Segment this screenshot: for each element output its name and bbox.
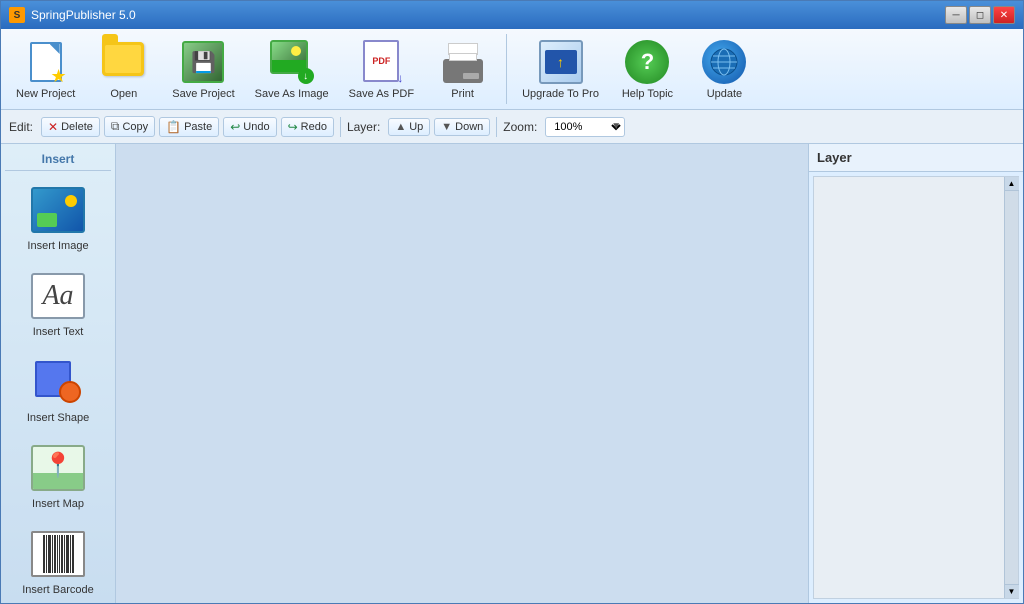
delete-label: Delete xyxy=(61,121,93,133)
scroll-down-button[interactable]: ▼ xyxy=(1005,584,1019,598)
layer-down-button[interactable]: ▼ Down xyxy=(434,118,490,136)
restore-button[interactable]: ◻ xyxy=(969,6,991,24)
insert-map-icon: 📍 xyxy=(26,440,90,496)
globe-svg xyxy=(710,48,738,76)
scroll-up-button[interactable]: ▲ xyxy=(1005,177,1019,191)
undo-button[interactable]: ↩ Undo xyxy=(223,117,276,137)
insert-image-label: Insert Image xyxy=(27,240,88,252)
insert-shape-label: Insert Shape xyxy=(27,412,89,424)
new-project-button[interactable]: ★ New Project xyxy=(7,33,84,105)
print-button[interactable]: Print xyxy=(425,33,500,105)
copy-label: Copy xyxy=(122,121,148,133)
minimize-button[interactable]: ─ xyxy=(945,6,967,24)
open-icon xyxy=(100,38,148,86)
paste-button[interactable]: 📋 Paste xyxy=(159,117,219,137)
up-label: Up xyxy=(409,121,423,133)
save-project-label: Save Project xyxy=(172,88,234,100)
layer-up-button[interactable]: ▲ Up xyxy=(388,118,430,136)
insert-shape-button[interactable]: Insert Shape xyxy=(5,347,111,431)
redo-label: Redo xyxy=(301,121,327,133)
insert-text-label: Insert Text xyxy=(33,326,84,338)
up-icon: ▲ xyxy=(395,121,406,133)
new-project-label: New Project xyxy=(16,88,75,100)
main-window: S SpringPublisher 5.0 ─ ◻ ✕ ★ New Projec… xyxy=(0,0,1024,604)
insert-map-button[interactable]: 📍 Insert Map xyxy=(5,433,111,517)
save-as-image-button[interactable]: ↓ Save As Image xyxy=(246,33,338,105)
edit-sep-2 xyxy=(496,117,497,137)
upgrade-to-pro-button[interactable]: Upgrade To Pro xyxy=(513,33,608,105)
print-icon xyxy=(439,38,487,86)
save-as-image-icon: ↓ xyxy=(268,38,316,86)
upgrade-to-pro-label: Upgrade To Pro xyxy=(522,88,599,100)
save-project-icon: 💾 xyxy=(179,38,227,86)
insert-image-button[interactable]: Insert Image xyxy=(5,175,111,259)
insert-barcode-label: Insert Barcode xyxy=(22,584,94,596)
zoom-label: Zoom: xyxy=(503,120,537,134)
upgrade-icon xyxy=(537,38,585,86)
update-icon xyxy=(700,38,748,86)
paste-icon: 📋 xyxy=(166,120,181,134)
save-as-pdf-icon: PDF ↓ xyxy=(357,38,405,86)
delete-icon: ✕ xyxy=(48,120,58,134)
window-title: SpringPublisher 5.0 xyxy=(31,8,136,22)
right-panel: Layer ▲ ▼ xyxy=(808,144,1023,603)
close-button[interactable]: ✕ xyxy=(993,6,1015,24)
paste-label: Paste xyxy=(184,121,212,133)
zoom-select[interactable]: 100% 50% 75% 150% 200% xyxy=(545,117,625,137)
canvas-area[interactable] xyxy=(116,144,808,603)
redo-icon: ↪ xyxy=(288,120,298,134)
copy-icon: ⧉ xyxy=(111,119,120,134)
insert-barcode-button[interactable]: Insert Barcode xyxy=(5,519,111,603)
insert-image-icon xyxy=(26,182,90,238)
insert-barcode-icon xyxy=(26,526,90,582)
layer-scrollbar[interactable]: ▲ ▼ xyxy=(1004,177,1018,598)
layer-panel-content: ▲ ▼ xyxy=(813,176,1019,599)
sidebar: Insert Insert Image Aa Insert Text xyxy=(1,144,116,603)
save-as-pdf-label: Save As PDF xyxy=(349,88,414,100)
insert-text-button[interactable]: Aa Insert Text xyxy=(5,261,111,345)
layer-panel-header: Layer xyxy=(809,144,1023,172)
save-as-pdf-button[interactable]: PDF ↓ Save As PDF xyxy=(340,33,423,105)
help-icon: ? xyxy=(623,38,671,86)
edit-label: Edit: xyxy=(9,120,33,134)
edit-bar: Edit: ✕ Delete ⧉ Copy 📋 Paste ↩ Undo ↪ R… xyxy=(1,110,1023,144)
layer-label: Layer: xyxy=(347,120,380,134)
open-label: Open xyxy=(110,88,137,100)
print-label: Print xyxy=(451,88,474,100)
delete-button[interactable]: ✕ Delete xyxy=(41,117,100,137)
insert-section-label: Insert xyxy=(5,148,111,171)
undo-label: Undo xyxy=(243,121,269,133)
title-bar: S SpringPublisher 5.0 ─ ◻ ✕ xyxy=(1,1,1023,29)
main-toolbar: ★ New Project Open 💾 Save Project xyxy=(1,29,1023,110)
open-button[interactable]: Open xyxy=(86,33,161,105)
insert-shape-icon xyxy=(26,354,90,410)
help-topic-button[interactable]: ? Help Topic xyxy=(610,33,685,105)
insert-map-label: Insert Map xyxy=(32,498,84,510)
down-label: Down xyxy=(455,121,483,133)
new-project-icon: ★ xyxy=(22,38,70,86)
copy-button[interactable]: ⧉ Copy xyxy=(104,116,155,137)
window-controls: ─ ◻ ✕ xyxy=(945,6,1015,24)
redo-button[interactable]: ↪ Redo xyxy=(281,117,334,137)
down-icon: ▼ xyxy=(441,121,452,133)
app-icon: S xyxy=(9,7,25,23)
undo-icon: ↩ xyxy=(230,120,240,134)
main-area: Insert Insert Image Aa Insert Text xyxy=(1,144,1023,603)
update-button[interactable]: Update xyxy=(687,33,762,105)
save-project-button[interactable]: 💾 Save Project xyxy=(163,33,243,105)
edit-sep-1 xyxy=(340,117,341,137)
help-topic-label: Help Topic xyxy=(622,88,673,100)
save-as-image-label: Save As Image xyxy=(255,88,329,100)
toolbar-sep-1 xyxy=(506,34,507,104)
insert-text-icon: Aa xyxy=(26,268,90,324)
update-label: Update xyxy=(707,88,742,100)
